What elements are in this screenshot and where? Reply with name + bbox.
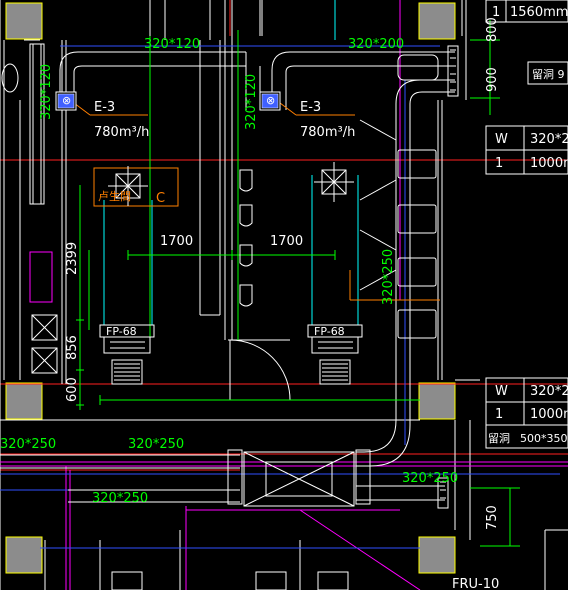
fan-coil-right-label: FP-68: [314, 325, 345, 338]
column: [418, 536, 456, 574]
svg-text:⊗: ⊗: [266, 94, 275, 107]
svg-text:⊗: ⊗: [62, 94, 71, 107]
table-bot-r1c0: 1: [495, 407, 503, 422]
duct-label-left-vertical: 320*120: [39, 64, 54, 120]
duct-label-bottom-center: 320*250: [128, 437, 184, 452]
room-tag-suffix: C: [156, 191, 165, 206]
column: [418, 382, 456, 420]
duct-label-right-vertical: 320*250: [381, 249, 396, 305]
table-mid-r0c1: 320*2: [530, 132, 568, 147]
fan-coil-left-label: FP-68: [106, 325, 137, 338]
equipment-tag: FRU-10: [452, 577, 499, 590]
diffuser-right: [314, 162, 354, 202]
dim-top-right-800: 800: [485, 17, 500, 42]
table-mid-r0c0: W: [495, 132, 508, 147]
exhaust-fan-right: ⊗: [259, 91, 281, 111]
air-handling-unit: [227, 449, 371, 507]
cyan-lines: [103, 0, 359, 325]
table-bot-r1c1: 1000m: [530, 407, 568, 422]
duct-label-top-left: 320*120: [144, 37, 200, 52]
column: [5, 2, 43, 40]
table-top-r1c1: 留洞 9: [532, 68, 565, 81]
duct-label-bottom-inner: 320*250: [92, 491, 148, 506]
dimension-lines: [76, 20, 520, 547]
table-bot-r0c1: 320*2: [530, 384, 568, 399]
table-mid-r1c1: 1000m: [530, 156, 568, 171]
dim-height-600: 600: [65, 377, 80, 402]
room-tag: 卢生間: [98, 189, 131, 203]
duct-label-top-right: 320*200: [348, 37, 404, 52]
blue-pipes: [0, 45, 560, 549]
duct-label-mid-vertical: 320*120: [244, 74, 259, 130]
duct-label-bottom-right: 320*250: [402, 471, 458, 486]
lower-grilles: [111, 571, 349, 590]
table-top-r0c0: 1: [492, 5, 500, 20]
column: [418, 2, 456, 40]
dim-spacing-left: 1700: [160, 234, 193, 249]
table-bot-r2c0: 留洞: [488, 432, 510, 445]
fan-left-flow: 780m³/h: [94, 125, 149, 140]
duct-label-bottom-left: 320*250: [0, 437, 56, 452]
dim-top-right-900: 900: [485, 67, 500, 92]
fan-right-flow: 780m³/h: [300, 125, 355, 140]
dim-spacing-right: 1700: [270, 234, 303, 249]
table-top-r0c1: 1560mm: [510, 5, 568, 20]
column: [5, 536, 43, 574]
hvac-floor-plan: ⊗ ⊗ 320*120 320*200 320*120 320*120 320*…: [0, 0, 568, 590]
fan-right-name: E-3: [300, 100, 321, 115]
dim-height-2399: 2399: [65, 242, 80, 275]
column: [5, 382, 43, 420]
dim-bottom-right-750: 750: [485, 505, 500, 530]
table-bot-r2c1: 500*350: [520, 432, 568, 445]
table-mid-r1c0: 1: [495, 156, 503, 171]
dim-height-856: 856: [65, 335, 80, 360]
fan-left-name: E-3: [94, 100, 115, 115]
exhaust-fan-left: ⊗: [55, 91, 77, 111]
table-bot-r0c0: W: [495, 384, 508, 399]
